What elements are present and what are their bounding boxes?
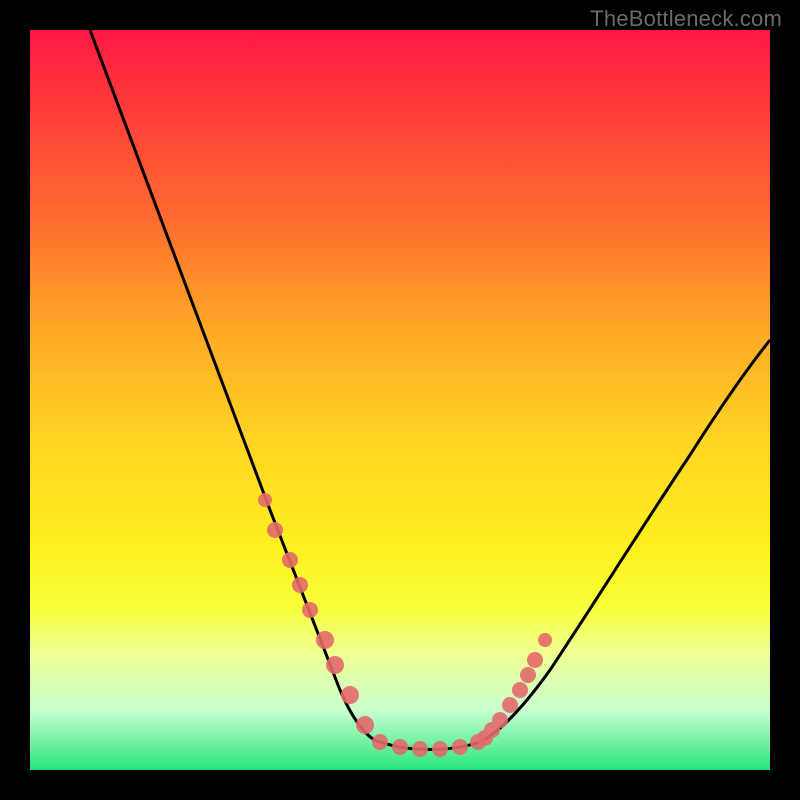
chart-svg xyxy=(30,30,770,770)
dots-left-group xyxy=(258,493,374,734)
chart-frame: TheBottleneck.com xyxy=(0,0,800,800)
curve-right-path xyxy=(480,340,770,742)
plot-area xyxy=(30,30,770,770)
watermark: TheBottleneck.com xyxy=(590,6,782,32)
dots-right-group xyxy=(477,633,552,746)
curve-left-path xyxy=(90,30,380,742)
